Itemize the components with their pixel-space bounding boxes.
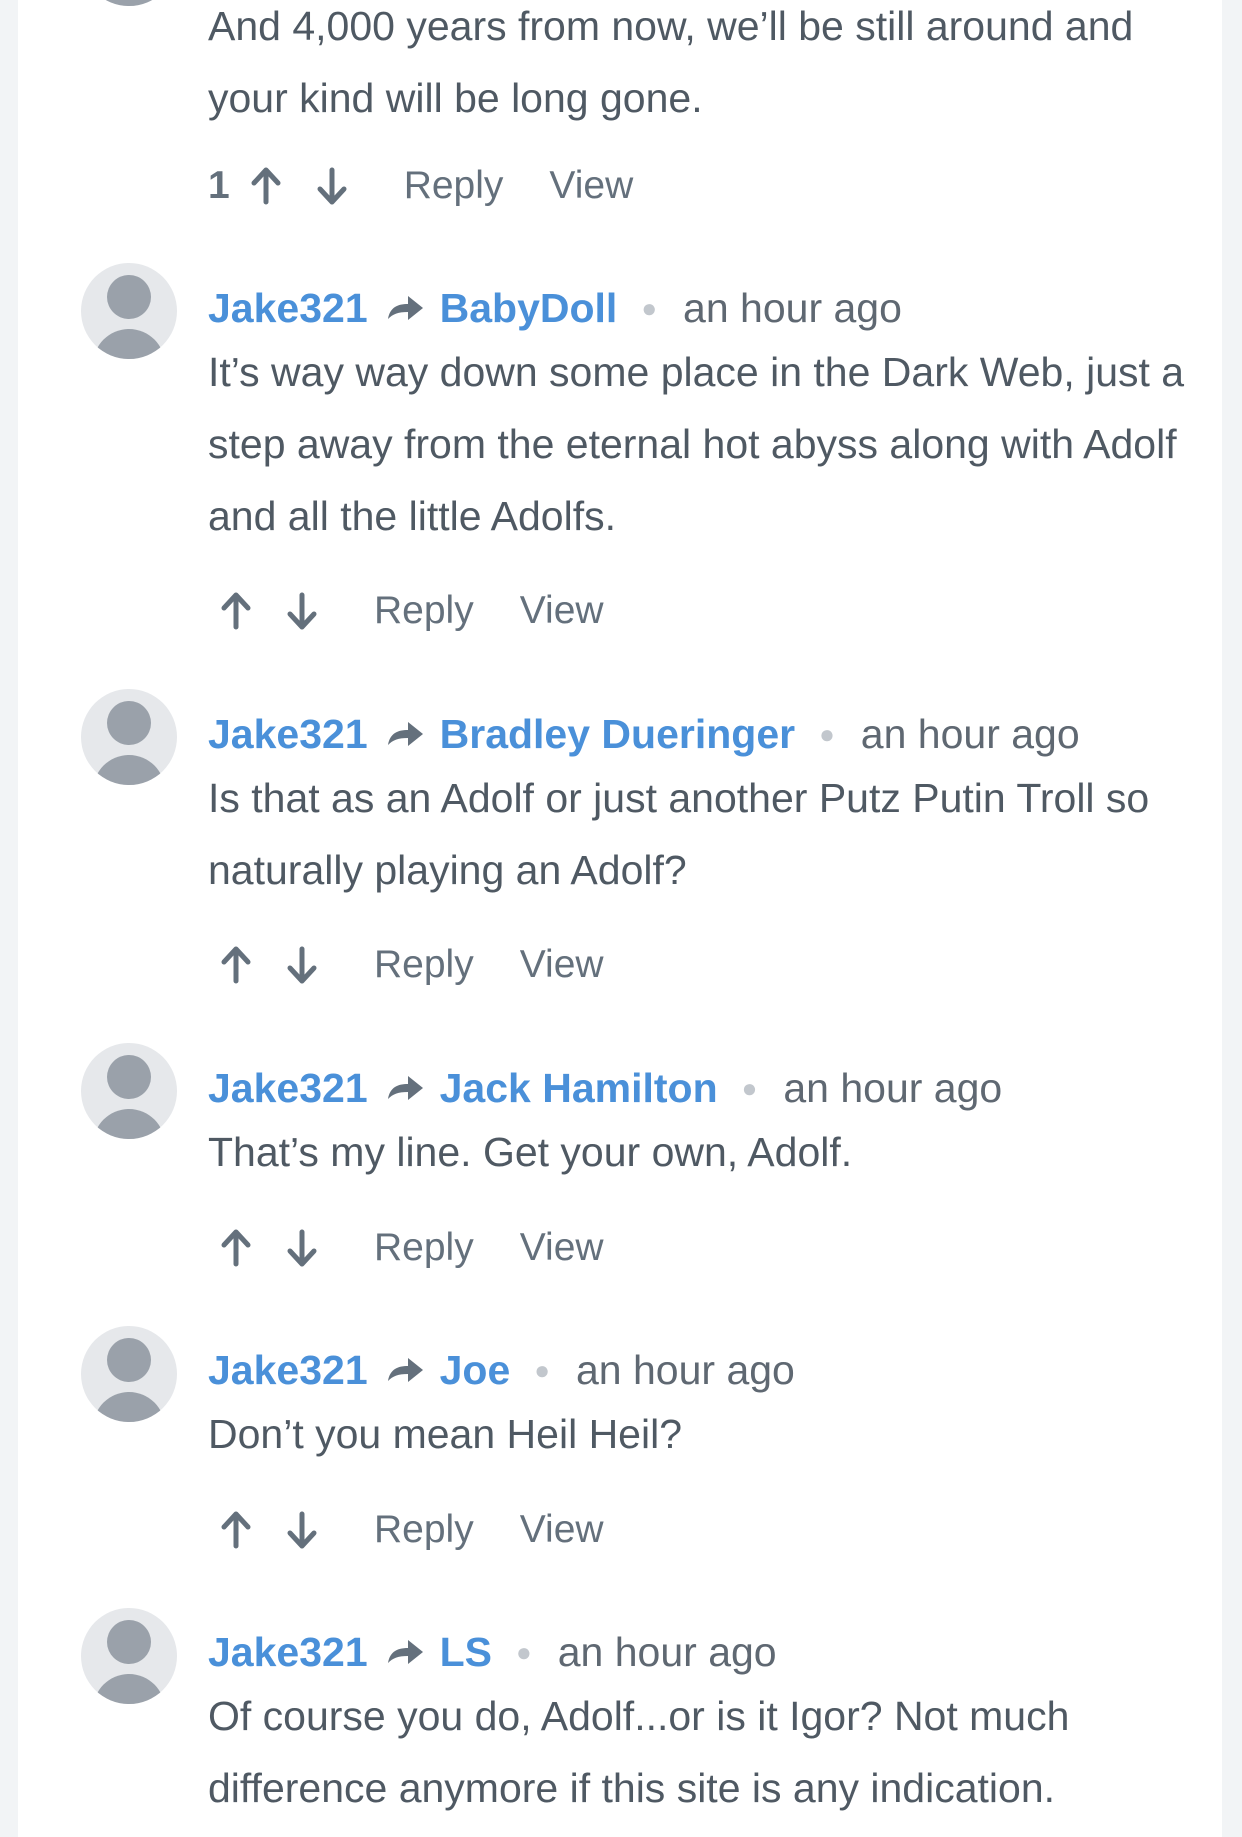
separator-dot: ●: [741, 1072, 758, 1103]
downvote-icon[interactable]: [284, 945, 320, 985]
upvote-icon[interactable]: [248, 166, 284, 206]
separator-dot: ●: [819, 718, 835, 749]
recipient-link[interactable]: Joe: [440, 1347, 511, 1394]
recipient-link[interactable]: BabyDoll: [440, 285, 618, 332]
upvote-icon[interactable]: [218, 591, 254, 631]
separator-dot: ●: [641, 292, 658, 323]
downvote-icon[interactable]: [314, 166, 350, 206]
comments-panel: And 4,000 years from now, we’ll be still…: [18, 0, 1222, 1837]
comment: Jake321 Bradley Dueringer ● an hour ago …: [208, 706, 1218, 906]
comment: Jake321 BabyDoll ● an hour ago It’s way …: [208, 280, 1218, 552]
avatar[interactable]: [81, 689, 177, 785]
reply-button[interactable]: Reply: [374, 1508, 474, 1552]
comment-actions: Reply View: [208, 1220, 604, 1276]
comment-meta: Jake321 Bradley Dueringer ● an hour ago: [208, 706, 1218, 762]
downvote-icon[interactable]: [284, 591, 320, 631]
comment-actions: Reply View: [208, 583, 604, 639]
timestamp: an hour ago: [783, 1064, 1003, 1111]
comment-actions: Reply View: [208, 1502, 604, 1558]
comment-meta: Jake321 Joe ● an hour ago: [208, 1342, 1218, 1398]
avatar[interactable]: [81, 1043, 177, 1139]
reply-button[interactable]: Reply: [404, 164, 504, 208]
upvote-icon[interactable]: [218, 945, 254, 985]
separator-dot: ●: [516, 1636, 532, 1667]
timestamp: an hour ago: [860, 710, 1080, 757]
view-button[interactable]: View: [549, 164, 633, 208]
reply-button[interactable]: Reply: [374, 943, 474, 987]
author-link[interactable]: Jake321: [208, 1065, 368, 1112]
comment-body: Of course you do, Adolf...or is it Igor?…: [208, 1693, 1070, 1811]
avatar[interactable]: [81, 0, 177, 6]
comment-meta: Jake321 LS ● an hour ago: [208, 1624, 1218, 1680]
avatar[interactable]: [81, 263, 177, 359]
reply-to-arrow-icon: [387, 1640, 423, 1664]
view-button[interactable]: View: [520, 1508, 604, 1552]
comment: Jake321 Joe ● an hour ago Don’t you mean…: [208, 1342, 1218, 1470]
timestamp: an hour ago: [557, 1628, 777, 1675]
timestamp: an hour ago: [683, 284, 902, 331]
view-button[interactable]: View: [520, 589, 604, 633]
avatar[interactable]: [81, 1326, 177, 1422]
recipient-link[interactable]: Jack Hamilton: [440, 1065, 718, 1112]
author-link[interactable]: Jake321: [208, 285, 368, 332]
reply-to-arrow-icon: [387, 296, 423, 320]
view-button[interactable]: View: [520, 1226, 604, 1270]
author-link[interactable]: Jake321: [208, 711, 368, 758]
downvote-icon[interactable]: [284, 1228, 320, 1268]
reply-to-arrow-icon: [387, 722, 423, 746]
downvote-icon[interactable]: [284, 1510, 320, 1550]
comment: Jake321 Jack Hamilton ● an hour ago That…: [208, 1060, 1218, 1188]
author-link[interactable]: Jake321: [208, 1629, 368, 1676]
comment-body: And 4,000 years from now, we’ll be still…: [208, 3, 1134, 121]
comment-meta: Jake321 BabyDoll ● an hour ago: [208, 280, 1218, 336]
vote-count: 1: [208, 164, 230, 207]
comment-body: It’s way way down some place in the Dark…: [208, 349, 1185, 539]
reply-button[interactable]: Reply: [374, 589, 474, 633]
view-button[interactable]: View: [520, 943, 604, 987]
reply-to-arrow-icon: [387, 1076, 423, 1100]
comment-actions: 1 Reply View: [208, 158, 633, 214]
comment: Jake321 LS ● an hour ago Of course you d…: [208, 1624, 1218, 1824]
avatar[interactable]: [81, 1608, 177, 1704]
upvote-icon[interactable]: [218, 1510, 254, 1550]
comment-body: That’s my line. Get your own, Adolf.: [208, 1129, 853, 1175]
comment-body: Is that as an Adolf or just another Putz…: [208, 775, 1150, 893]
reply-button[interactable]: Reply: [374, 1226, 474, 1270]
comment-body: Don’t you mean Heil Heil?: [208, 1411, 683, 1457]
recipient-link[interactable]: LS: [440, 1629, 492, 1676]
reply-to-arrow-icon: [387, 1358, 423, 1382]
recipient-link[interactable]: Bradley Dueringer: [440, 711, 795, 758]
upvote-icon[interactable]: [218, 1228, 254, 1268]
comment-top: And 4,000 years from now, we’ll be still…: [208, 0, 1218, 134]
author-link[interactable]: Jake321: [208, 1347, 368, 1394]
comment-meta: Jake321 Jack Hamilton ● an hour ago: [208, 1060, 1218, 1116]
timestamp: an hour ago: [576, 1346, 795, 1393]
separator-dot: ●: [534, 1354, 550, 1385]
comment-actions: Reply View: [208, 937, 604, 993]
